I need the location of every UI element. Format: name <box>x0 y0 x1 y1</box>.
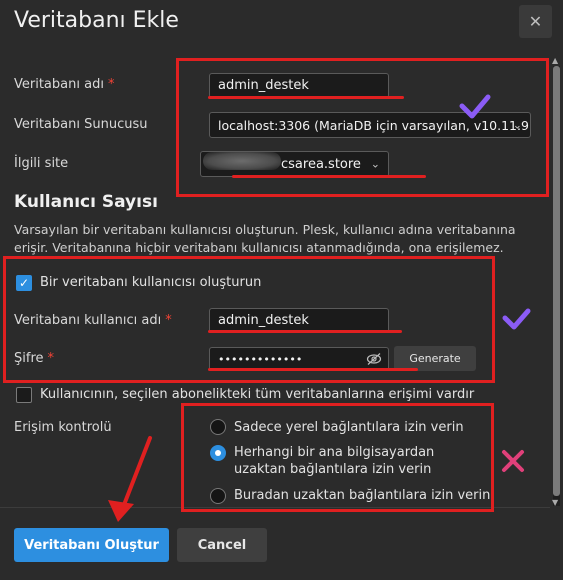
check-mark-icon <box>502 308 531 330</box>
add-database-dialog: Veritabanı Ekle ✕ Veritabanı adı * admin_… <box>0 0 563 580</box>
arrow-head-icon <box>108 500 134 522</box>
check-mark-icon <box>459 94 491 119</box>
arrow-icon <box>120 436 152 512</box>
cross-mark-icon <box>502 450 524 472</box>
annotation-marks <box>108 94 531 522</box>
